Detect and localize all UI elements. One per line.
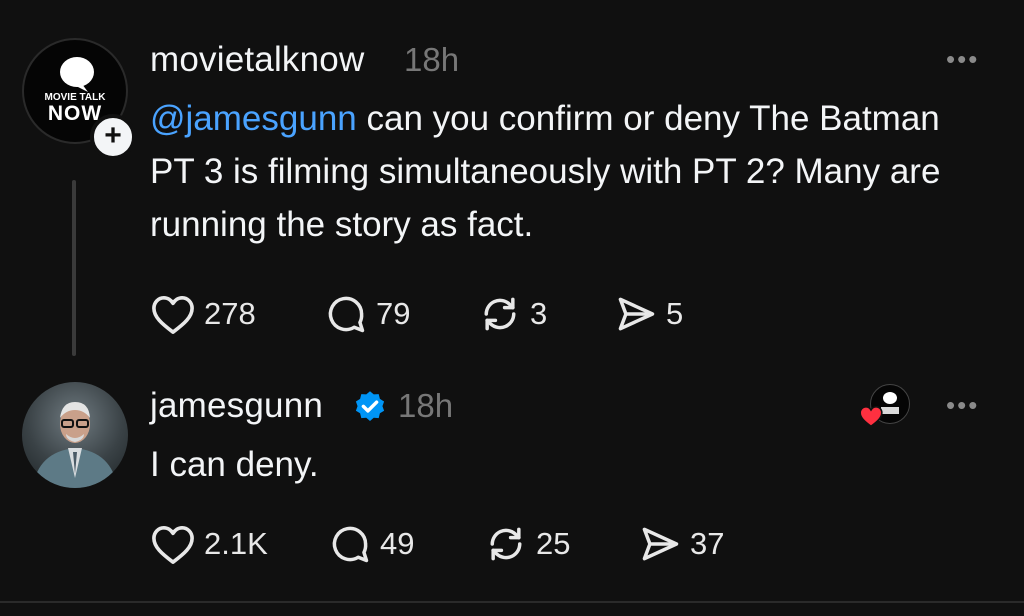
timestamp[interactable]: 18h	[404, 41, 459, 79]
like-button[interactable]: 278	[150, 293, 324, 335]
username[interactable]: jamesgunn	[150, 386, 323, 426]
post-actions: 2.1K 49 25 37	[150, 522, 724, 566]
more-options-icon[interactable]: •••	[946, 390, 979, 421]
verified-badge-icon	[355, 391, 385, 421]
send-icon	[642, 527, 679, 561]
profile-photo-icon	[32, 402, 118, 488]
like-count: 2.1K	[204, 526, 268, 561]
more-options-icon[interactable]: •••	[946, 44, 979, 75]
repost-count: 25	[536, 526, 571, 561]
reply-count: 79	[376, 296, 411, 331]
post-text: I can deny.	[150, 445, 319, 484]
heart-icon	[152, 295, 194, 334]
plus-icon: +	[104, 119, 122, 152]
timestamp[interactable]: 18h	[398, 387, 453, 425]
post-movietalknow: MOVIE TALK NOW + movietalknow 18h ••• @j…	[0, 0, 1024, 370]
comment-icon	[332, 526, 369, 563]
like-button[interactable]: 2.1K	[150, 523, 328, 565]
share-button[interactable]: 37	[638, 522, 724, 566]
reply-button[interactable]: 49	[328, 522, 484, 566]
comment-icon	[328, 296, 365, 333]
username[interactable]: movietalknow	[150, 40, 364, 80]
heart-icon	[859, 405, 883, 428]
repost-icon	[490, 527, 522, 561]
share-button[interactable]: 5	[614, 292, 683, 336]
post-divider	[0, 601, 1024, 603]
post-text: @jamesgunn can you confirm or deny The B…	[150, 92, 970, 251]
share-count: 37	[690, 526, 725, 561]
repost-button[interactable]: 3	[478, 292, 614, 336]
follow-plus-button[interactable]: +	[90, 114, 136, 160]
repost-icon	[484, 297, 516, 331]
thread-line	[72, 180, 76, 356]
post-actions: 278 79 3 5	[150, 292, 683, 336]
send-icon	[618, 297, 655, 331]
heart-icon	[152, 525, 194, 564]
avatar-jamesgunn[interactable]	[22, 382, 128, 488]
repost-button[interactable]: 25	[484, 522, 638, 566]
repost-count: 3	[530, 296, 548, 331]
author-liked-indicator	[858, 384, 910, 430]
mention-link[interactable]: @jamesgunn	[150, 99, 357, 138]
reply-button[interactable]: 79	[324, 292, 478, 336]
reply-count: 49	[380, 526, 415, 561]
like-count: 278	[204, 296, 256, 331]
post-jamesgunn: jamesgunn 18h ••• I can deny. 2.1K 49 25…	[0, 370, 1024, 600]
share-count: 5	[666, 296, 684, 331]
